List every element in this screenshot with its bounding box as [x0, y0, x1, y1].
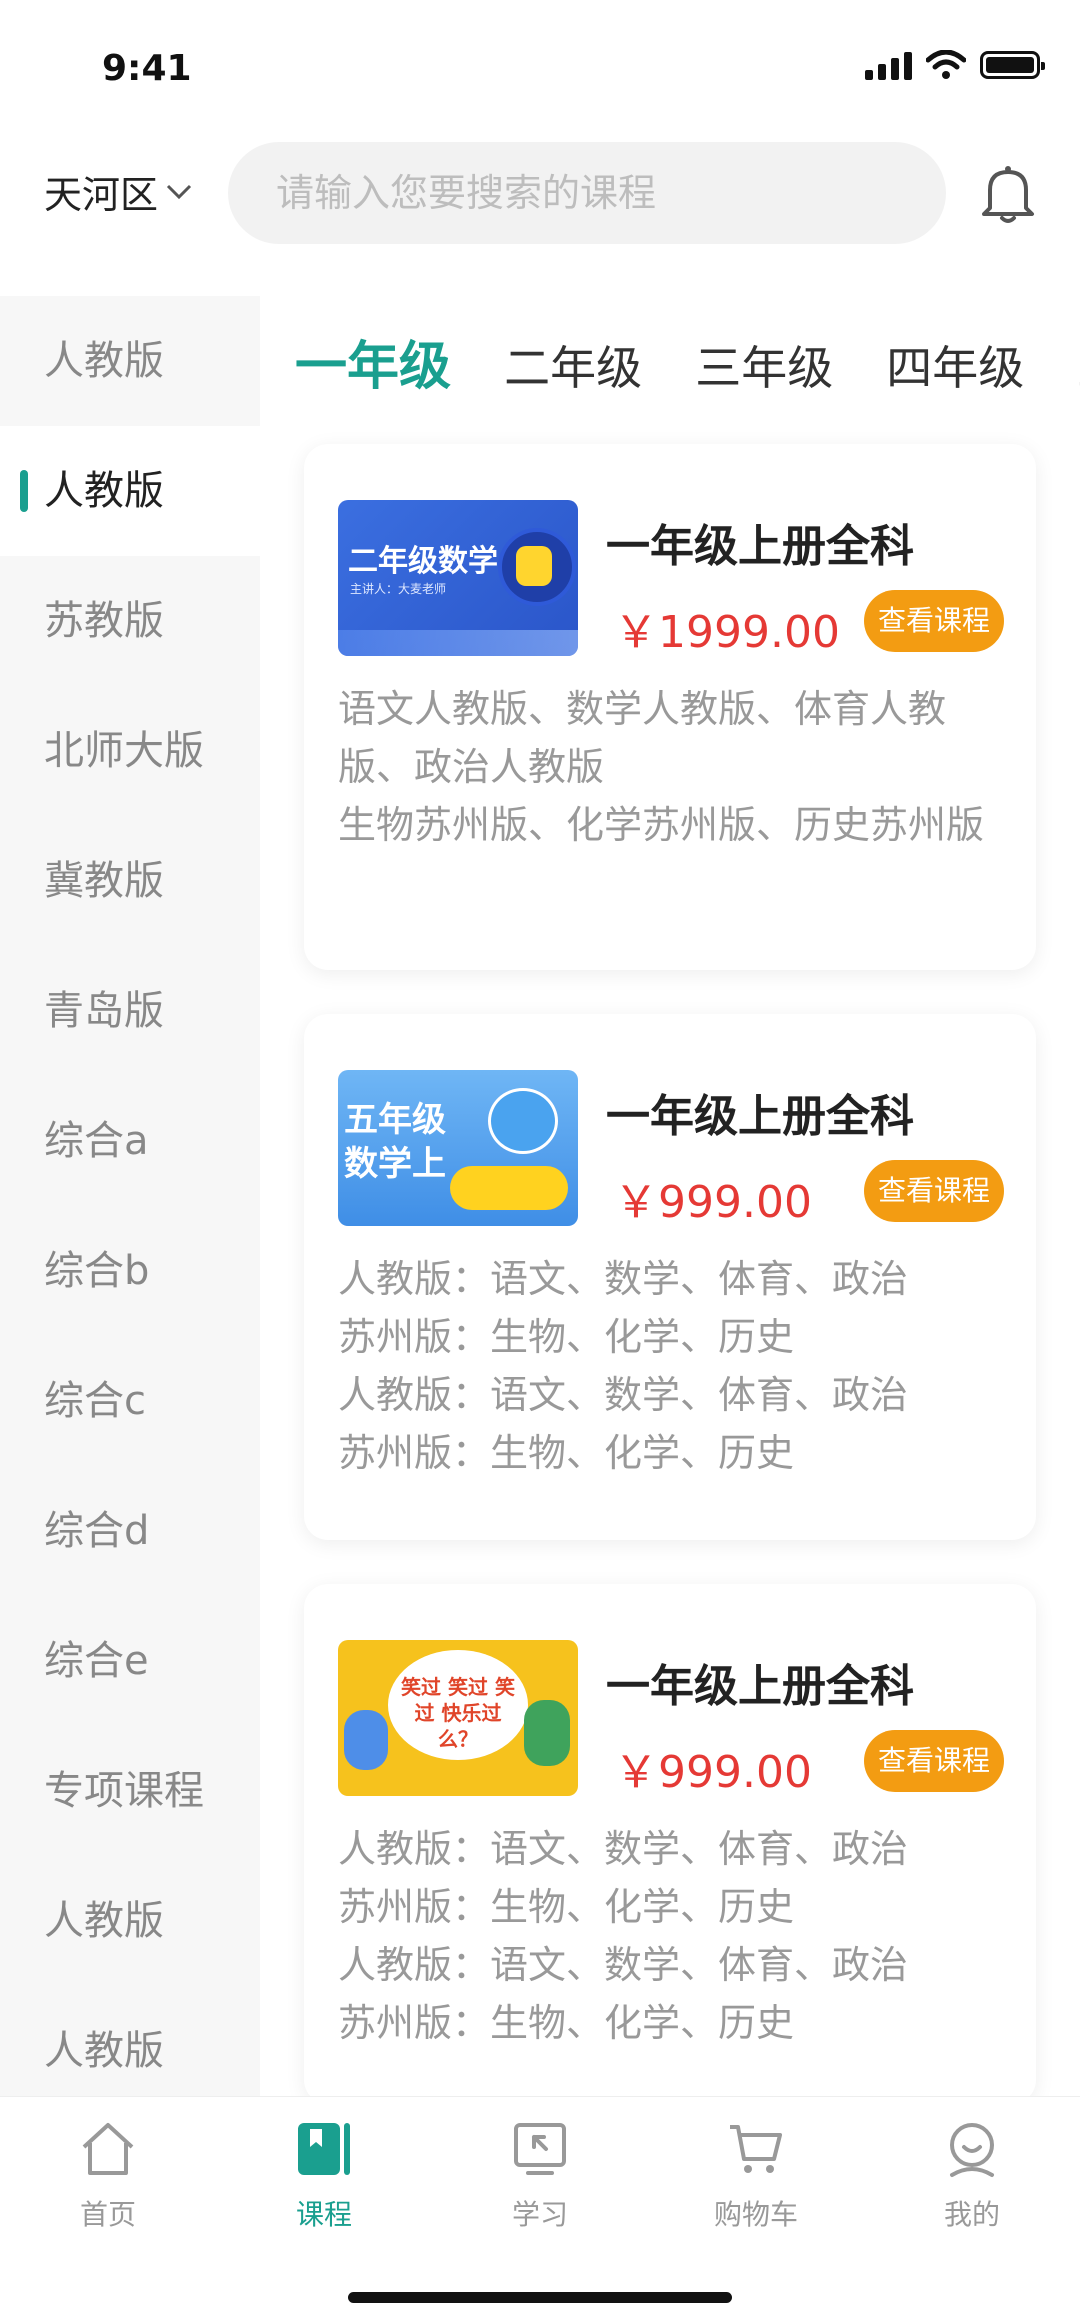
description-line: 苏州版：生物、化学、历史 [338, 2001, 795, 2045]
profile-icon [950, 2123, 994, 2177]
course-thumbnail: 笑过 笑过 笑过 快乐过么？ [338, 1640, 578, 1796]
sidebar-item[interactable]: 综合b [0, 1206, 260, 1336]
description-line: 人教版：语文、数学、体育、政治 [338, 1373, 909, 1417]
status-time: 9:41 [102, 48, 192, 89]
course-card[interactable]: 二年级数学上 主讲人：大麦老师 一年级上册全科 ￥1999.00 查看课程 语文… [304, 444, 1036, 970]
wifi-icon [926, 50, 966, 79]
signal-icon [865, 50, 912, 80]
sidebar-item[interactable]: 青岛版 [0, 946, 260, 1076]
description-line: 人教版：语文、数学、体育、政治 [338, 1943, 909, 1987]
study-icon [514, 2123, 566, 2175]
view-course-button[interactable]: 查看课程 [864, 1160, 1004, 1222]
sidebar-item[interactable]: 人教版 [0, 1856, 260, 1986]
course-title: 一年级上册全科 [606, 1661, 914, 1712]
status-icons [865, 50, 1045, 80]
sidebar-item[interactable]: 综合c [0, 1336, 260, 1466]
search-bar [228, 142, 946, 246]
edition-sidebar: 人教版 人教版 苏教版 北师大版 冀教版 青岛版 综合a 综合b 综合c 综合d… [0, 296, 260, 2096]
nav-label: 学习 [511, 2198, 568, 2231]
description-line: 人教版：语文、数学、体育、政治 [338, 1257, 909, 1301]
sidebar-item[interactable]: 北师大版 [0, 686, 260, 816]
kid-illustration [344, 1710, 388, 1770]
course-title: 一年级上册全科 [606, 521, 914, 572]
mascot-face [516, 546, 552, 586]
course-description: 语文人教版、数学人教版、体育人教版、政治人教版 生物苏州版、化学苏州版、历史苏州… [338, 680, 1008, 854]
view-course-button[interactable]: 查看课程 [864, 1730, 1004, 1792]
thumbnail-title: 数学上 [344, 1144, 446, 1184]
tab-grade-3[interactable]: 三年级 [695, 308, 833, 398]
description-line: 苏州版：生物、化学、历史 [338, 1315, 795, 1359]
status-bar: 9:41 [0, 0, 1080, 130]
thumbnail-subtitle: 主讲人：大麦老师 [350, 582, 447, 596]
description-line: 语文人教版、数学人教版、体育人教版、政治人教版 [338, 687, 947, 789]
nav-label: 课程 [295, 2198, 352, 2231]
plane-illustration [450, 1166, 568, 1210]
nav-cart[interactable]: 购物车 [648, 2097, 864, 2304]
nav-course[interactable]: 课程 [216, 2097, 432, 2304]
thumbnail-title: 笑过 笑过 笑过 快乐过么？ [401, 1675, 515, 1751]
view-course-button[interactable]: 查看课程 [864, 590, 1004, 652]
course-price: ￥1999.00 [614, 607, 840, 658]
bottom-nav: 首页 课程 学习 购物车 我的 [0, 2096, 1080, 2304]
search-input[interactable] [228, 142, 918, 246]
course-icon [298, 2123, 350, 2175]
header: 天河区 [0, 140, 1080, 250]
description-line: 苏州版：生物、化学、历史 [338, 1885, 795, 1929]
course-price: ￥999.00 [614, 1747, 812, 1798]
sidebar-item[interactable]: 专项课程 [0, 1726, 260, 1856]
location-selector[interactable]: 天河区 [44, 164, 192, 219]
course-price: ￥999.00 [614, 1177, 812, 1228]
nav-profile[interactable]: 我的 [864, 2097, 1080, 2304]
sidebar-item-active[interactable]: 人教版 [0, 426, 260, 556]
sidebar-item[interactable]: 综合a [0, 1076, 260, 1206]
course-card[interactable]: 笑过 笑过 笑过 快乐过么？ 一年级上册全科 ￥999.00 查看课程 人教版：… [304, 1584, 1036, 2104]
tab-grade-4[interactable]: 四年级 [886, 308, 1024, 398]
sidebar-item[interactable]: 冀教版 [0, 816, 260, 946]
decor-wave [338, 630, 578, 656]
description-line: 苏州版：生物、化学、历史 [338, 1431, 795, 1475]
nav-label: 首页 [79, 2198, 136, 2231]
nav-label: 购物车 [713, 2198, 798, 2231]
chevron-down-icon [166, 184, 192, 199]
bell-icon[interactable] [978, 162, 1038, 226]
battery-icon [980, 51, 1045, 79]
course-description: 人教版：语文、数学、体育、政治 苏州版：生物、化学、历史 人教版：语文、数学、体… [338, 1250, 1008, 1482]
kid-illustration [524, 1700, 570, 1766]
course-description: 人教版：语文、数学、体育、政治 苏州版：生物、化学、历史 人教版：语文、数学、体… [338, 1820, 1008, 2052]
course-card[interactable]: 五年级 数学上 一年级上册全科 ￥999.00 查看课程 人教版：语文、数学、体… [304, 1014, 1036, 1540]
sidebar-item[interactable]: 人教版 [0, 296, 260, 426]
mascot-illustration [488, 1088, 558, 1154]
tab-grade-2[interactable]: 二年级 [504, 308, 642, 398]
course-title: 一年级上册全科 [606, 1091, 914, 1142]
course-thumbnail: 五年级 数学上 [338, 1070, 578, 1226]
home-icon [82, 2123, 134, 2175]
thumbnail-title: 五年级 [344, 1100, 446, 1140]
cart-icon [730, 2125, 782, 2173]
sidebar-item[interactable]: 综合e [0, 1596, 260, 1726]
sidebar-item[interactable]: 综合d [0, 1466, 260, 1596]
location-label: 天河区 [44, 173, 159, 217]
nav-label: 我的 [943, 2198, 1000, 2231]
grade-tabs: 一年级 二年级 三年级 四年级 五 [295, 300, 1080, 420]
nav-home[interactable]: 首页 [0, 2097, 216, 2304]
tab-grade-1[interactable]: 一年级 [295, 300, 451, 399]
course-thumbnail: 二年级数学上 主讲人：大麦老师 [338, 500, 578, 656]
sidebar-item[interactable]: 苏教版 [0, 556, 260, 686]
home-indicator [348, 2292, 732, 2303]
description-line: 人教版：语文、数学、体育、政治 [338, 1827, 909, 1871]
nav-study[interactable]: 学习 [432, 2097, 648, 2304]
description-line: 生物苏州版、化学苏州版、历史苏州版 [338, 803, 985, 847]
